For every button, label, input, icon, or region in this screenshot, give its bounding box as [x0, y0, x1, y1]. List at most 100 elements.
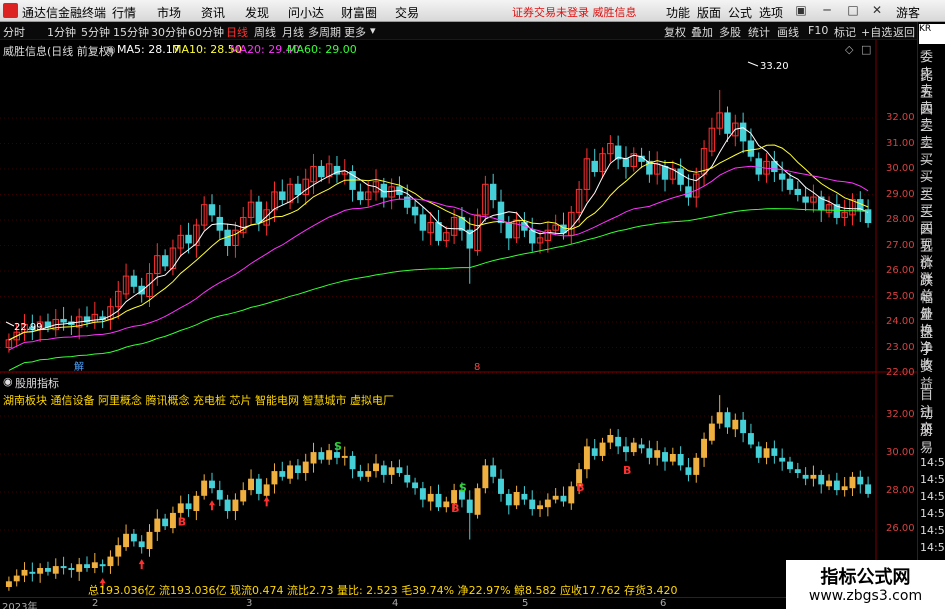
- indicator-body: [740, 419, 747, 434]
- side-action-label[interactable]: 交易: [920, 418, 945, 456]
- period-tab-15min[interactable]: 15分钟: [113, 24, 149, 40]
- candle-body: [419, 214, 427, 231]
- high-price-label: 33.20: [760, 61, 789, 72]
- menu-trade[interactable]: 交易: [395, 4, 419, 21]
- pane-max-icon[interactable]: ◇: [845, 43, 853, 56]
- event-mark-info[interactable]: 8: [474, 362, 480, 373]
- tool-f10-button[interactable]: F10: [808, 24, 828, 37]
- date-axis: 2023年 2 3 4 5 6: [0, 597, 917, 609]
- low-price-label: 22.99: [14, 322, 43, 333]
- menu-layout[interactable]: 版面: [697, 4, 721, 21]
- indicator-body: [521, 493, 528, 500]
- indicator-body: [622, 446, 629, 453]
- buy-signal: B: [178, 515, 186, 528]
- price-tick-label: 23.00: [886, 341, 915, 353]
- period-toolbar: 分时 1分钟 5分钟 15分钟 30分钟 60分钟 日线 周线 月线 多周期 更…: [0, 22, 917, 40]
- menu-wealth[interactable]: 财富圈: [341, 4, 377, 21]
- indicator-body: [154, 518, 161, 532]
- watermark-title: 指标公式网: [820, 567, 911, 588]
- indicator-body: [779, 457, 786, 462]
- login-notice[interactable]: 证券交易未登录 威胜信息: [512, 4, 637, 20]
- indicator-body: [310, 452, 317, 464]
- period-tab-5min[interactable]: 5分钟: [81, 24, 110, 40]
- indicator-body: [474, 488, 481, 515]
- close-icon[interactable]: ✕: [870, 3, 884, 17]
- menu-quotes[interactable]: 行情: [112, 4, 136, 21]
- indicator-body: [146, 531, 153, 549]
- menu-function[interactable]: 功能: [666, 4, 690, 21]
- kline-grid: [0, 117, 876, 531]
- indicator-body: [185, 503, 192, 510]
- maximize-icon[interactable]: □: [846, 3, 860, 17]
- indicator-body: [427, 493, 434, 502]
- indicator-body: [123, 533, 130, 548]
- skin-icon[interactable]: ▣: [794, 3, 808, 17]
- buy-signal: B: [451, 502, 459, 515]
- indicator-body: [716, 412, 723, 424]
- indicator-body: [529, 499, 536, 510]
- indicator-body: [755, 446, 762, 458]
- price-tick-label: 22.00: [886, 367, 915, 378]
- kline-chart[interactable]: BBBBSS 33.20 22.99 解 8: [0, 40, 917, 597]
- tool-watchlist-button[interactable]: +自选: [861, 24, 892, 40]
- indicator-body: [701, 438, 708, 458]
- indicator-body: [638, 444, 645, 449]
- indicator-body: [552, 495, 559, 500]
- tool-adjust-button[interactable]: 复权: [664, 24, 686, 40]
- tool-mark-button[interactable]: 标记: [834, 24, 856, 40]
- period-tab-1min[interactable]: 1分钟: [47, 24, 76, 40]
- stock-code-badge[interactable]: KR: [919, 24, 945, 44]
- pane-close-icon[interactable]: □: [861, 43, 871, 56]
- candle-body: [318, 165, 325, 178]
- period-tab-60min[interactable]: 60分钟: [188, 24, 224, 40]
- period-tab-weekly[interactable]: 周线: [254, 24, 276, 40]
- indicator-body: [537, 505, 544, 510]
- indicator-body: [209, 480, 215, 489]
- menu-formula[interactable]: 公式: [728, 4, 752, 21]
- app-logo-icon: [3, 3, 18, 18]
- tool-back-button[interactable]: 返回: [893, 24, 915, 40]
- tool-stats-button[interactable]: 统计: [748, 24, 770, 40]
- indicator-body: [513, 492, 520, 506]
- price-tick-label: 31.00: [886, 137, 915, 149]
- candle-body: [528, 229, 536, 244]
- indicator-body: [91, 562, 98, 568]
- minimize-icon[interactable]: ─: [820, 3, 834, 17]
- menu-market[interactable]: 市场: [157, 4, 181, 21]
- candle-body: [138, 285, 145, 295]
- menu-news[interactable]: 资讯: [201, 4, 225, 21]
- indicator-body: [84, 564, 90, 568]
- period-tab-30min[interactable]: 30分钟: [151, 24, 187, 40]
- period-tab-multi[interactable]: 多周期: [308, 24, 341, 40]
- indicator-body: [662, 452, 668, 462]
- menu-discover[interactable]: 发现: [245, 4, 269, 21]
- date-label: 5: [522, 598, 529, 609]
- date-label: 2: [92, 598, 99, 609]
- buy-signal: B: [623, 464, 631, 477]
- indicator-settings-icon[interactable]: ◉: [3, 375, 13, 388]
- candle-body: [185, 234, 192, 244]
- indicator-body: [732, 419, 739, 430]
- period-tab-intraday[interactable]: 分时: [3, 24, 25, 40]
- period-tab-monthly[interactable]: 月线: [282, 24, 304, 40]
- chevron-down-icon[interactable]: ▾: [370, 24, 376, 37]
- menu-ask[interactable]: 问小达: [288, 4, 324, 21]
- price-tick-label: 26.00: [886, 265, 915, 276]
- tool-multistock-button[interactable]: 多股: [719, 24, 741, 40]
- period-tab-daily[interactable]: 日线: [226, 24, 248, 40]
- indicator-body: [435, 493, 442, 508]
- tool-draw-button[interactable]: 画线: [777, 24, 799, 40]
- indicator-body: [232, 499, 239, 511]
- settings-icon[interactable]: ◉: [106, 43, 116, 56]
- indicator-body: [287, 465, 294, 479]
- period-tab-more[interactable]: 更多: [344, 24, 366, 40]
- site-watermark: 指标公式网 www.zbgs3.com: [786, 560, 945, 609]
- guest-label[interactable]: 游客: [896, 4, 920, 21]
- menu-options[interactable]: 选项: [759, 4, 783, 21]
- indicator-body: [44, 568, 51, 572]
- tool-overlay-button[interactable]: 叠加: [691, 24, 713, 40]
- indicator-body: [849, 476, 856, 489]
- candle-body: [739, 122, 747, 142]
- candle-body: [279, 191, 286, 201]
- event-mark-unlock[interactable]: 解: [74, 360, 84, 373]
